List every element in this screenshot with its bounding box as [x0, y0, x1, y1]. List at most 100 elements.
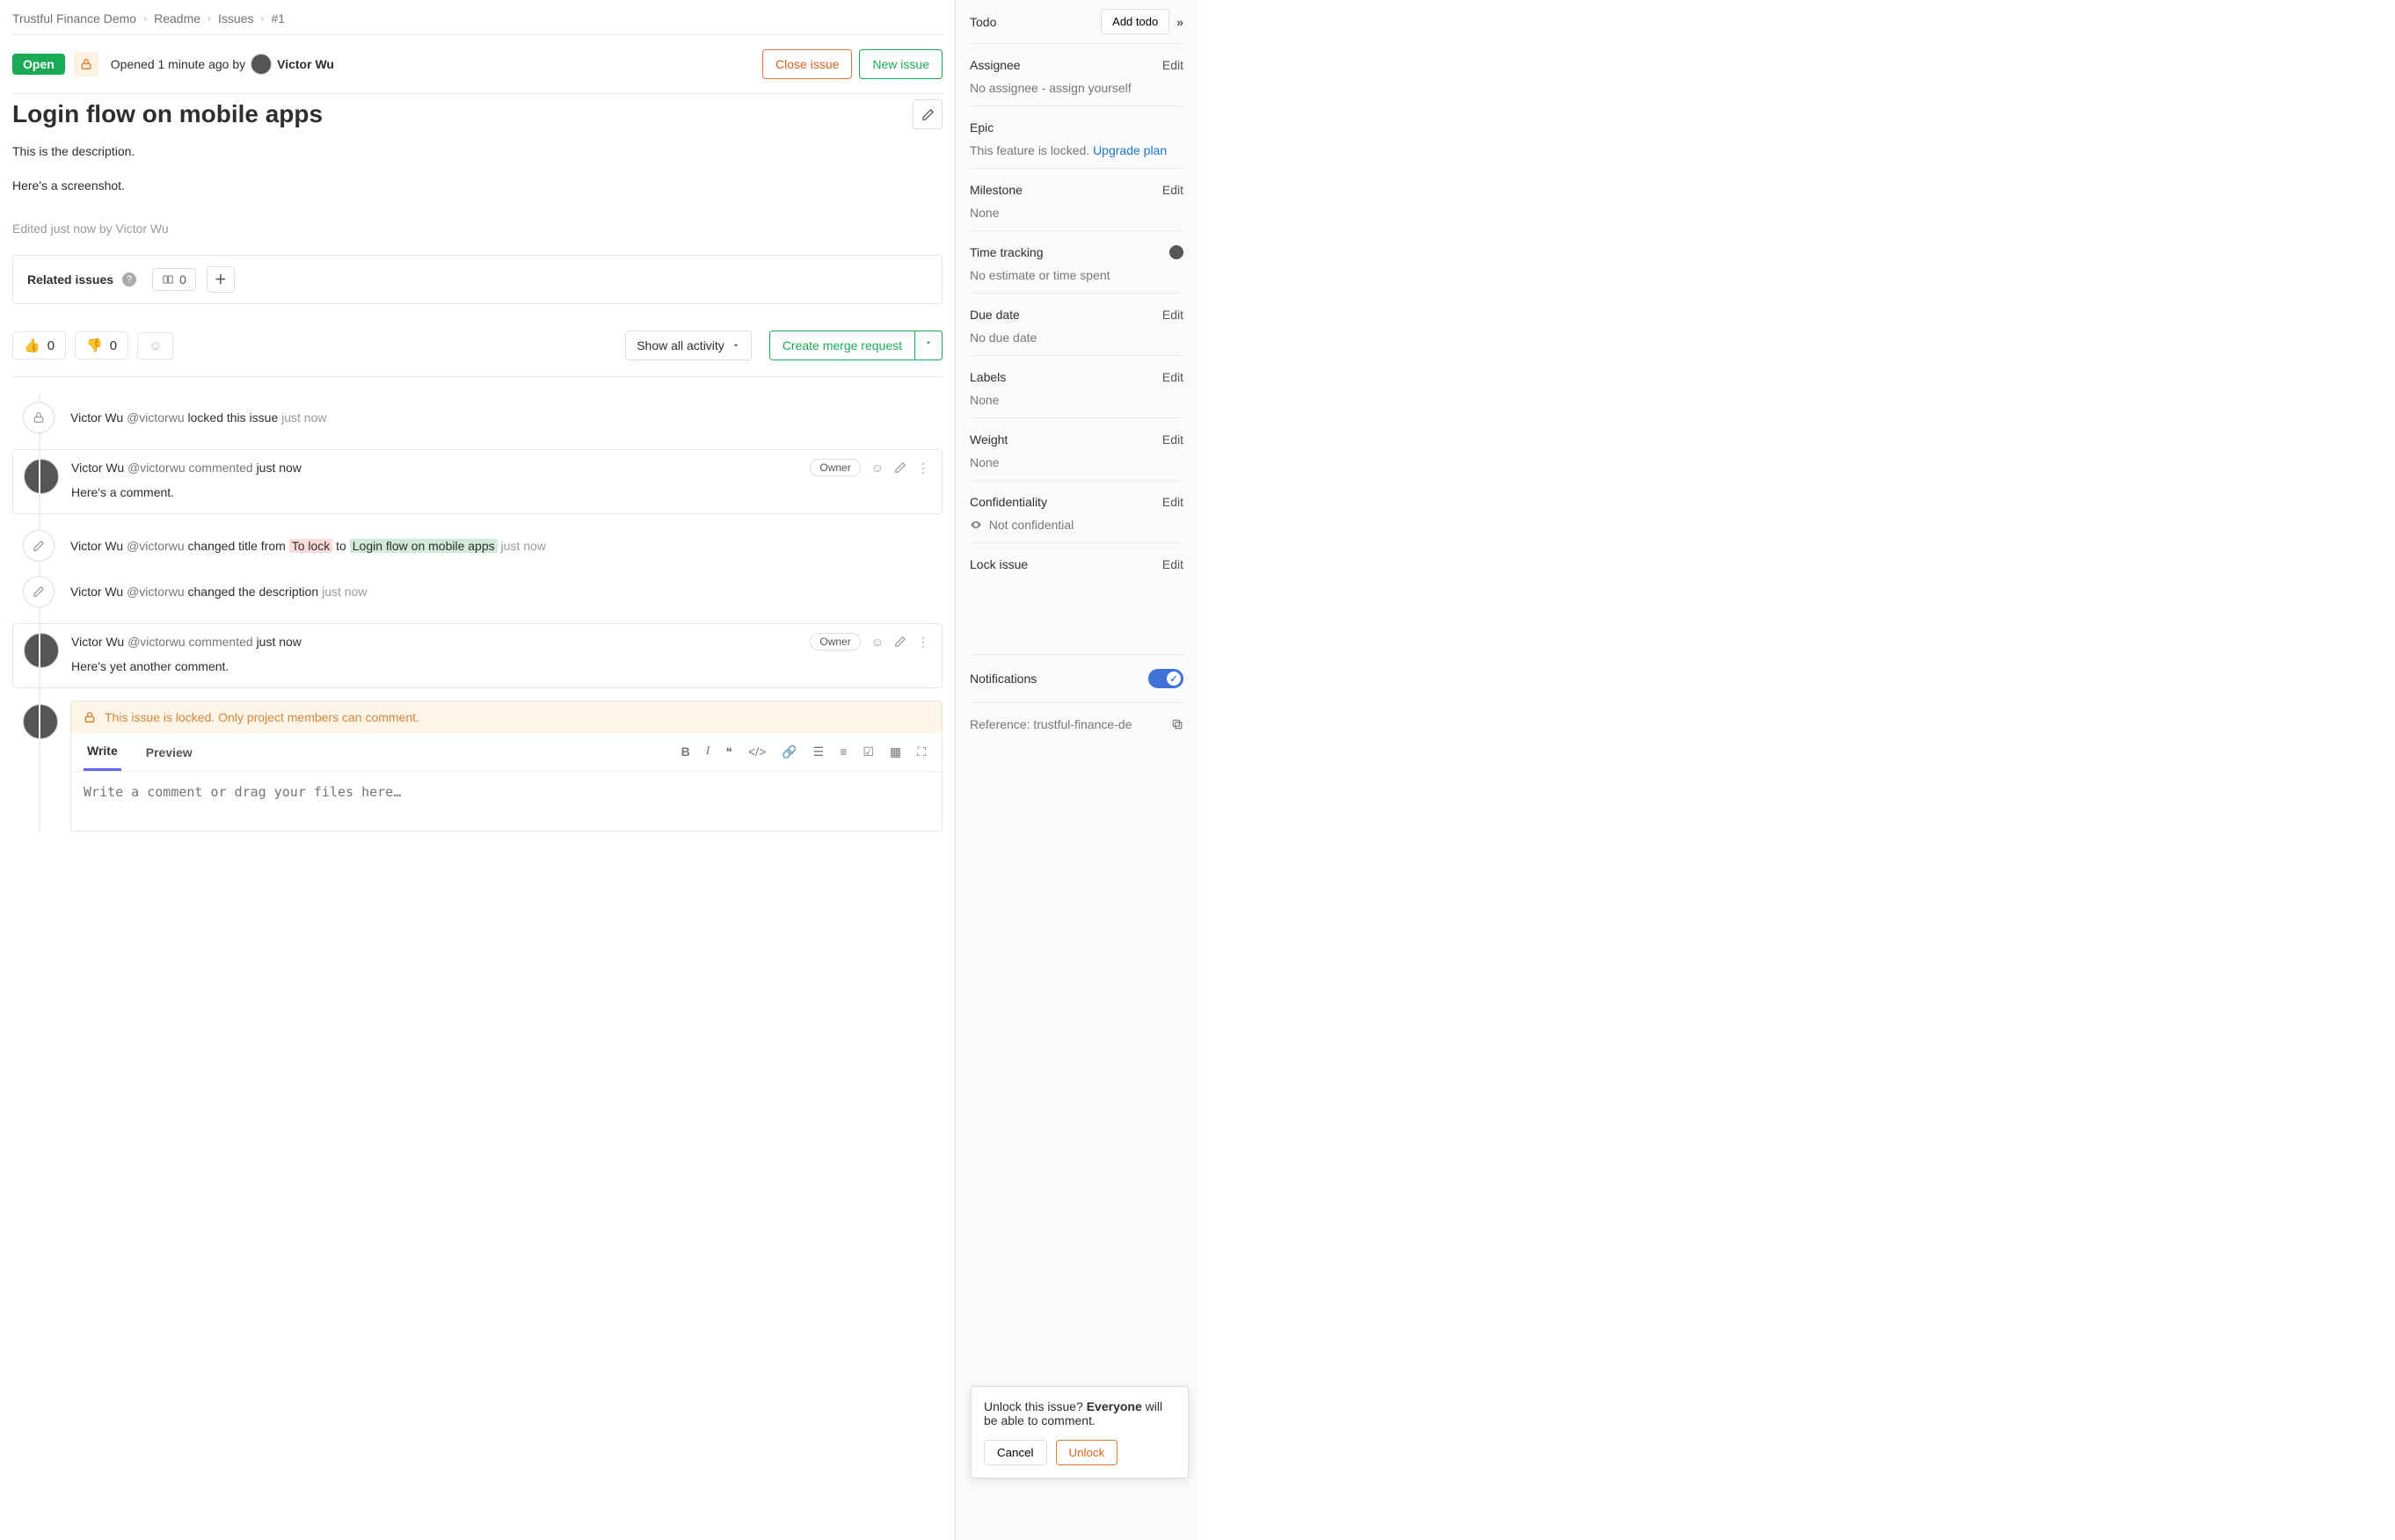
new-issue-button[interactable]: New issue: [859, 49, 943, 79]
edit-due-date-button[interactable]: Edit: [1162, 308, 1183, 322]
help-icon[interactable]: ?: [1169, 245, 1183, 259]
avatar[interactable]: [251, 54, 272, 75]
copy-reference-button[interactable]: [1171, 718, 1183, 730]
author-link[interactable]: Victor Wu: [277, 57, 334, 71]
labels-value: None: [970, 393, 1183, 407]
code-icon[interactable]: </>: [748, 745, 766, 759]
fullscreen-icon[interactable]: ⛶: [917, 745, 926, 759]
upgrade-plan-link[interactable]: Upgrade plan: [1093, 143, 1167, 157]
tab-preview[interactable]: Preview: [142, 735, 196, 770]
bullet-list-icon[interactable]: ☰: [813, 745, 825, 759]
assignee-value[interactable]: No assignee - assign yourself: [970, 81, 1183, 95]
breadcrumb-item[interactable]: #1: [271, 11, 285, 25]
related-issues-title: Related issues: [27, 272, 113, 287]
role-badge: Owner: [810, 633, 860, 650]
edit-labels-button[interactable]: Edit: [1162, 370, 1183, 384]
bold-icon[interactable]: B: [681, 745, 690, 759]
avatar[interactable]: [24, 459, 59, 494]
lock-icon: [23, 402, 55, 433]
comment-body: Here's yet another comment.: [71, 654, 942, 687]
edit-confidentiality-button[interactable]: Edit: [1162, 495, 1183, 509]
italic-icon[interactable]: I: [706, 745, 710, 759]
lock-icon: [74, 52, 98, 76]
time-tracking-value: No estimate or time spent: [970, 268, 1183, 282]
add-reaction-button[interactable]: ☺: [137, 332, 173, 360]
weight-title: Weight: [970, 432, 1008, 447]
related-issues-box: Related issues ? 0 ＋: [12, 255, 943, 304]
cancel-button[interactable]: Cancel: [984, 1440, 1047, 1465]
edit-weight-button[interactable]: Edit: [1162, 432, 1183, 447]
timeline-system-note: Victor Wu @victorwu changed the descript…: [12, 569, 943, 614]
opened-text: Opened 1 minute ago by: [111, 57, 245, 71]
emoji-icon[interactable]: ☺: [871, 461, 884, 475]
chevron-right-icon: ›: [260, 12, 264, 25]
comment: Victor Wu @victorwu commented just now O…: [12, 449, 943, 514]
close-issue-button[interactable]: Close issue: [762, 49, 852, 79]
chevron-down-icon: [732, 341, 740, 350]
eye-icon: [970, 519, 982, 531]
edit-comment-button[interactable]: [894, 636, 906, 648]
lock-icon: [84, 711, 96, 723]
due-date-value: No due date: [970, 331, 1183, 345]
lock-issue-title: Lock issue: [970, 557, 1028, 571]
compose-area: This issue is locked. Only project membe…: [12, 701, 943, 832]
issue-sidebar: Todo Add todo » Assignee Edit No assigne…: [955, 0, 1198, 1540]
create-merge-request-button[interactable]: Create merge request: [769, 331, 915, 360]
numbered-list-icon[interactable]: ≡: [840, 745, 847, 759]
comment-input[interactable]: [71, 772, 942, 828]
chevron-right-icon: ›: [207, 12, 211, 25]
milestone-value: None: [970, 206, 1183, 220]
add-todo-button[interactable]: Add todo: [1101, 9, 1169, 34]
more-actions-button[interactable]: ⋮: [917, 635, 929, 650]
assignee-title: Assignee: [970, 58, 1021, 72]
role-badge: Owner: [810, 459, 860, 476]
reference-value: Reference: trustful-finance-de: [970, 717, 1132, 731]
unlock-button[interactable]: Unlock: [1056, 1440, 1118, 1465]
edit-milestone-button[interactable]: Edit: [1162, 183, 1183, 197]
emoji-icon[interactable]: ☺: [871, 635, 884, 649]
issue-header: Open Opened 1 minute ago by Victor Wu Cl…: [12, 35, 943, 93]
edit-assignee-button[interactable]: Edit: [1162, 58, 1183, 72]
time-tracking-title: Time tracking: [970, 245, 1044, 259]
locked-banner: This issue is locked. Only project membe…: [71, 701, 942, 733]
help-icon[interactable]: ?: [122, 272, 136, 287]
weight-value: None: [970, 455, 1183, 469]
thumbs-up-icon: 👍: [24, 338, 40, 353]
notifications-title: Notifications: [970, 672, 1037, 686]
thumbs-down-button[interactable]: 👎0: [75, 331, 128, 360]
more-actions-button[interactable]: ⋮: [917, 461, 929, 476]
pencil-icon: [23, 576, 55, 607]
edit-title-button[interactable]: [913, 99, 943, 129]
collapse-sidebar-button[interactable]: »: [1176, 15, 1183, 29]
notifications-toggle[interactable]: [1148, 669, 1183, 688]
timeline-system-note: Victor Wu @victorwu locked this issue ju…: [12, 395, 943, 440]
breadcrumb: Trustful Finance Demo › Readme › Issues …: [12, 9, 943, 34]
related-count: 0: [152, 268, 196, 291]
status-badge: Open: [12, 54, 65, 75]
avatar: [23, 704, 58, 739]
thumbs-up-button[interactable]: 👍0: [12, 331, 66, 360]
avatar[interactable]: [24, 633, 59, 668]
tab-write[interactable]: Write: [84, 733, 121, 771]
edit-lock-button[interactable]: Edit: [1162, 557, 1183, 571]
table-icon[interactable]: ▦: [890, 745, 901, 759]
add-related-button[interactable]: ＋: [207, 266, 235, 293]
breadcrumb-item[interactable]: Issues: [218, 11, 253, 25]
confidentiality-title: Confidentiality: [970, 495, 1047, 509]
edit-comment-button[interactable]: [894, 461, 906, 474]
activity-filter-dropdown[interactable]: Show all activity: [625, 331, 752, 360]
edited-info: Edited just now by Victor Wu: [12, 222, 943, 236]
comment-body: Here's a comment.: [71, 480, 942, 513]
popover-text: Unlock this issue? Everyone will be able…: [984, 1399, 1176, 1427]
unlock-confirmation-popover: Unlock this issue? Everyone will be able…: [971, 1386, 1189, 1478]
comment: Victor Wu @victorwu commented just now O…: [12, 623, 943, 688]
breadcrumb-item[interactable]: Trustful Finance Demo: [12, 11, 136, 25]
task-list-icon[interactable]: ☑: [863, 745, 874, 759]
due-date-title: Due date: [970, 308, 1020, 322]
epic-value: This feature is locked. Upgrade plan: [970, 143, 1183, 157]
create-merge-request-dropdown[interactable]: [915, 331, 943, 360]
breadcrumb-item[interactable]: Readme: [154, 11, 200, 25]
quote-icon[interactable]: ❝: [725, 745, 732, 759]
labels-title: Labels: [970, 370, 1006, 384]
link-icon[interactable]: 🔗: [782, 745, 797, 759]
